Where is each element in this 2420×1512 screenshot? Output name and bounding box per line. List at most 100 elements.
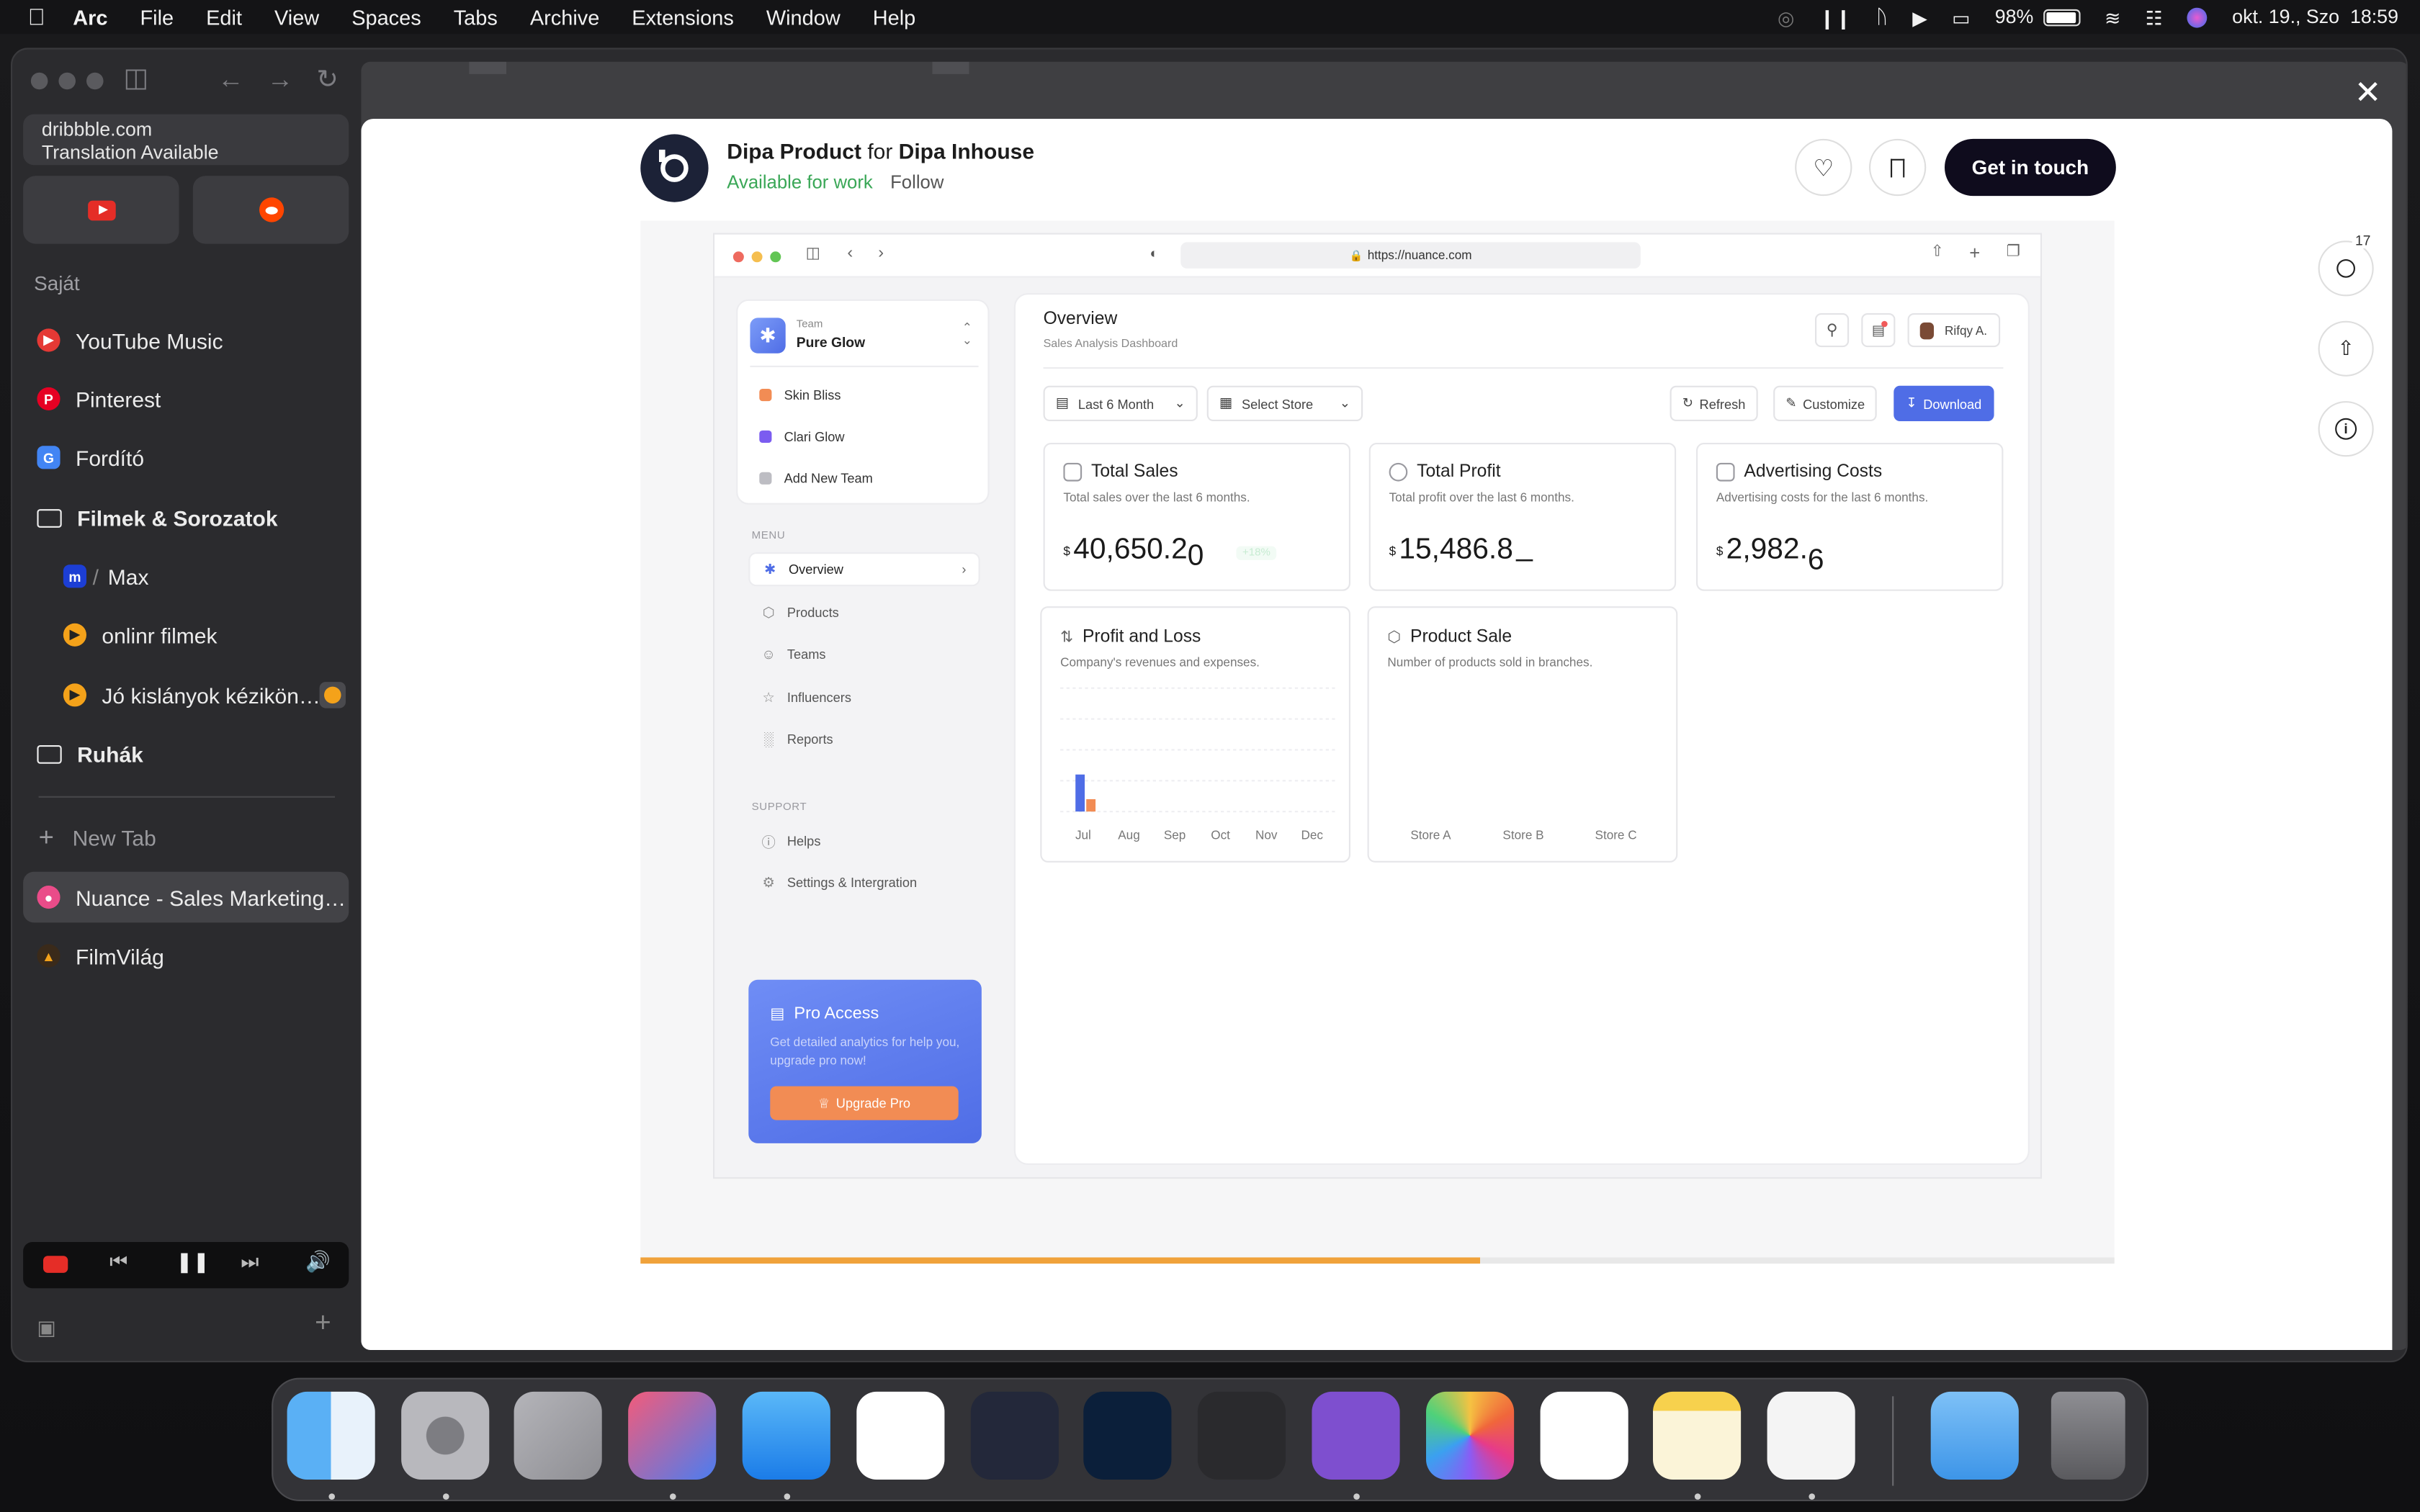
menu-file[interactable]: File: [140, 6, 174, 29]
menu-help[interactable]: Help: [873, 6, 915, 29]
mock-page-subtitle: Sales Analysis Dashboard: [1043, 336, 1178, 351]
reload-icon[interactable]: ↻: [316, 65, 339, 96]
affinity-icon[interactable]: [628, 1391, 717, 1480]
team-name[interactable]: Dipa Inhouse: [899, 139, 1034, 163]
close-window-button[interactable]: [30, 72, 48, 90]
pause-icon[interactable]: ❚❚: [176, 1250, 210, 1274]
translation-note: Translation Available: [41, 142, 219, 164]
like-button[interactable]: ♡: [1795, 138, 1852, 197]
volume-icon[interactable]: 🔊: [305, 1250, 331, 1274]
mock-customize-button: ✎ Customize: [1773, 385, 1878, 421]
downloads-folder-icon[interactable]: [1930, 1391, 2019, 1480]
favorite-youtube[interactable]: [23, 176, 179, 244]
forward-icon[interactable]: →: [267, 65, 293, 96]
reminders-icon[interactable]: [1540, 1391, 1628, 1480]
sidebar-item-max[interactable]: m / Max: [50, 551, 349, 602]
media-controls: ⏮ ❚❚ ⏭ 🔊: [23, 1242, 349, 1289]
sidebar-item-translate[interactable]: G Fordító: [23, 432, 349, 483]
finder-icon[interactable]: [287, 1391, 375, 1480]
get-in-touch-button[interactable]: Get in touch: [1945, 138, 2116, 197]
display-icon[interactable]: ▭: [1952, 6, 1970, 29]
control-center-icon[interactable]: ☷: [2146, 6, 2163, 29]
menu-archive[interactable]: Archive: [530, 6, 599, 29]
info-icon: i: [2335, 418, 2357, 440]
back-icon[interactable]: ←: [218, 65, 243, 96]
url-bar[interactable]: dribbble.com Translation Available: [23, 114, 349, 166]
apple-icon[interactable]: : [28, 4, 45, 30]
notes-icon[interactable]: [1653, 1391, 1742, 1480]
customize-icon: ✎: [1785, 395, 1797, 410]
trash-icon[interactable]: [2051, 1391, 2125, 1480]
menu-window[interactable]: Window: [766, 6, 841, 29]
archive-icon[interactable]: ▣: [37, 1316, 55, 1341]
menu-bar:  Arc File Edit View Spaces Tabs Archive…: [0, 0, 2420, 35]
product-sale-chart: Store A Store B Store C: [1410, 828, 1636, 842]
wifi-icon[interactable]: ≋: [2105, 6, 2120, 29]
youtube-icon[interactable]: [43, 1256, 68, 1273]
zoom-window-button[interactable]: [86, 72, 104, 90]
close-modal-button[interactable]: ✕: [2354, 74, 2382, 113]
menu-spaces[interactable]: Spaces: [351, 6, 421, 29]
sidebar-tab-nuance[interactable]: ● Nuance - Sales Marketing…: [23, 871, 349, 923]
battery-icon[interactable]: [2043, 8, 2080, 26]
comments-button[interactable]: 17: [2318, 233, 2374, 297]
x-tick-label: Nov: [1255, 828, 1278, 842]
github-desktop-icon[interactable]: [1312, 1391, 1400, 1480]
sidebar-toggle-icon[interactable]: ◫: [123, 63, 148, 94]
sidebar-item-youtube-music[interactable]: ▶ YouTube Music: [23, 315, 349, 366]
airdrop-icon[interactable]: ◎: [1778, 6, 1794, 29]
designer-avatar[interactable]: [640, 134, 709, 202]
next-track-icon[interactable]: ⏭: [241, 1250, 259, 1274]
sidebar-item-onlinr-filmek[interactable]: ▶ onlinr filmek: [50, 609, 349, 660]
favorite-reddit[interactable]: [192, 176, 349, 244]
launchpad-icon[interactable]: [514, 1391, 602, 1480]
photos-icon[interactable]: [1425, 1391, 1515, 1480]
sidebar-folder-filmek[interactable]: Filmek & Sorozatok: [23, 492, 349, 544]
save-button[interactable]: [1869, 138, 1927, 197]
menu-extensions[interactable]: Extensions: [632, 6, 734, 29]
comment-icon: [2336, 259, 2355, 278]
textedit-icon[interactable]: [1767, 1391, 1855, 1480]
menu-view[interactable]: View: [274, 6, 319, 29]
bluetooth-icon[interactable]: ᚢ: [1876, 6, 1888, 28]
system-settings-icon[interactable]: [401, 1391, 490, 1480]
play-icon: ▶: [63, 623, 86, 647]
mock-refresh-button: ↻ Refresh: [1670, 385, 1758, 421]
shot-image[interactable]: ◫ ‹ › ◐ 🔒 https://nuance.com ⇧ + ❐ ✱ Tea…: [640, 220, 2115, 1258]
mock-period-select: ▤ Last 6 Month ⌄: [1043, 385, 1198, 421]
previous-track-icon[interactable]: ⏮: [109, 1250, 127, 1274]
clock[interactable]: okt. 19., Szo 18:59: [2232, 6, 2398, 28]
audio-playing-icon[interactable]: [319, 682, 346, 708]
app-menu[interactable]: Arc: [73, 6, 107, 29]
airpods-icon[interactable]: ❙❙: [1819, 6, 1852, 29]
arc-window: ◫ ← → ↻ dribbble.com Translation Availab…: [11, 48, 2408, 1363]
sidebar-tab-filmvilag[interactable]: ▲ FilmVilág: [23, 930, 349, 981]
heart-icon: ♡: [1813, 155, 1834, 181]
designer-name[interactable]: Dipa Product: [727, 139, 861, 163]
profit-loss-card: ⇅ Profit and Loss Company's revenues and …: [1040, 606, 1350, 863]
image-icon: [1716, 462, 1735, 482]
minimize-window-button[interactable]: [58, 72, 76, 90]
nav-overview: ✱ Overview ›: [748, 552, 980, 587]
follow-link[interactable]: Follow: [890, 171, 944, 193]
available-for-work[interactable]: Available for work: [727, 171, 872, 193]
pinterest-icon: P: [37, 387, 60, 410]
share-button[interactable]: ⇧: [2318, 320, 2374, 377]
info-button[interactable]: i: [2318, 401, 2374, 457]
sidebar: ◫ ← → ↻ dribbble.com Translation Availab…: [12, 50, 361, 1361]
menu-tabs[interactable]: Tabs: [454, 6, 498, 29]
sidebar-folder-ruhak[interactable]: Ruhák: [23, 728, 349, 779]
blender-icon[interactable]: [1197, 1391, 1286, 1480]
folder-open-icon: [37, 508, 62, 527]
menu-edit[interactable]: Edit: [206, 6, 242, 29]
new-tab-button[interactable]: + New Tab: [23, 811, 349, 863]
sidebar-item-pinterest[interactable]: P Pinterest: [23, 374, 349, 425]
mail-icon[interactable]: [742, 1391, 830, 1480]
siri-icon[interactable]: [2187, 6, 2208, 27]
add-space-icon[interactable]: +: [315, 1307, 331, 1339]
photoshop-icon[interactable]: [1083, 1391, 1172, 1480]
now-playing-icon[interactable]: ▶: [1912, 6, 1927, 29]
davinci-resolve-icon[interactable]: [970, 1391, 1059, 1480]
vscode-icon[interactable]: [856, 1391, 945, 1480]
sidebar-item-jo-kislanyok[interactable]: ▶ Jó kislányok kézikön…: [50, 670, 349, 721]
